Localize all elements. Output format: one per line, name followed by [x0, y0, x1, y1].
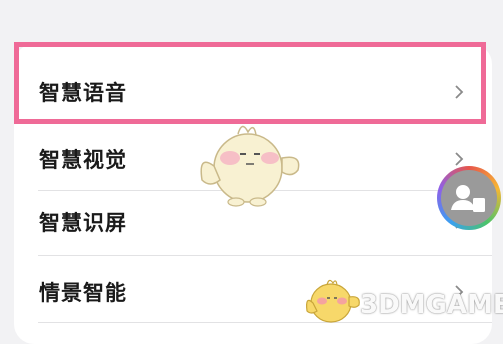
- divider: [38, 255, 492, 256]
- user-icon: [451, 185, 485, 212]
- watermark-text: 3DMGAME: [360, 290, 503, 320]
- floating-assist-button[interactable]: [437, 166, 501, 230]
- settings-item-label: 智慧视觉: [39, 148, 127, 172]
- assist-ball-inner: [441, 170, 497, 226]
- settings-item-label: 情景智能: [39, 281, 127, 305]
- settings-item-label: 智慧识屏: [39, 211, 127, 235]
- divider: [38, 322, 492, 323]
- mascot-watermark-icon: [200, 125, 300, 207]
- highlight-box: [14, 42, 486, 124]
- mascot-logo-icon: [306, 279, 360, 323]
